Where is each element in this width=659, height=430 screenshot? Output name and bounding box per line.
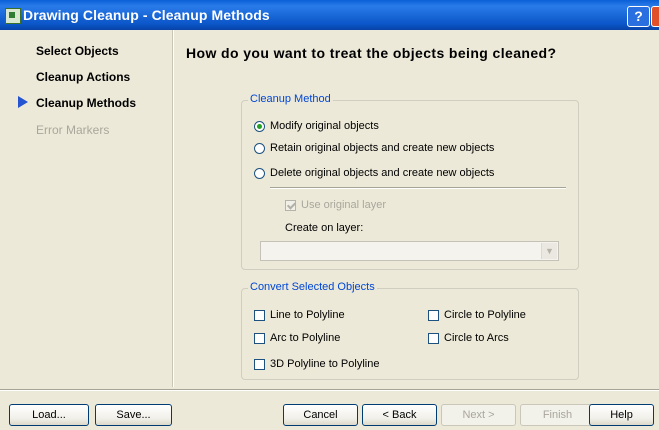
load-button[interactable]: Load... [9, 404, 89, 426]
cancel-button[interactable]: Cancel [283, 404, 358, 426]
title-help-button[interactable]: ? [627, 6, 650, 27]
radio-label: Modify original objects [270, 120, 379, 132]
group-divider [270, 187, 566, 189]
help-button[interactable]: Help [589, 404, 654, 426]
checkbox-icon[interactable] [254, 332, 265, 344]
checkbox-arc-to-polyline[interactable]: Arc to Polyline [254, 332, 340, 344]
checkbox-icon[interactable] [254, 309, 265, 321]
next-button: Next > [441, 404, 516, 426]
create-on-layer-dropdown: ▼ [260, 241, 559, 261]
radio-icon[interactable] [254, 142, 265, 154]
radio-selected-icon[interactable] [254, 120, 265, 132]
checkbox-disabled-checked-icon [285, 199, 296, 211]
radio-delete-original[interactable]: Delete original objects and create new o… [254, 167, 494, 179]
radio-icon[interactable] [254, 167, 265, 179]
window-title: Drawing Cleanup - Cleanup Methods [23, 7, 270, 23]
close-button[interactable] [651, 6, 659, 27]
checkbox-icon[interactable] [428, 332, 439, 344]
page-question: How do you want to treat the objects bei… [186, 45, 557, 61]
checkbox-line-to-polyline[interactable]: Line to Polyline [254, 309, 345, 321]
use-original-layer-checkbox: Use original layer [285, 199, 386, 211]
radio-retain-original[interactable]: Retain original objects and create new o… [254, 142, 494, 154]
step-cleanup-methods[interactable]: Cleanup Methods [36, 96, 136, 110]
checkbox-label: 3D Polyline to Polyline [270, 358, 380, 370]
checkbox-label: Circle to Polyline [444, 309, 526, 321]
checkbox-icon[interactable] [428, 309, 439, 321]
step-cleanup-actions[interactable]: Cleanup Actions [36, 70, 130, 84]
sidebar-divider [173, 30, 174, 387]
step-select-objects[interactable]: Select Objects [36, 44, 119, 58]
convert-objects-legend: Convert Selected Objects [248, 281, 377, 293]
radio-modify-original[interactable]: Modify original objects [254, 120, 379, 132]
checkbox-label: Circle to Arcs [444, 332, 509, 344]
checkbox-icon[interactable] [254, 358, 265, 370]
button-bar-divider [0, 389, 659, 391]
checkbox-circle-to-polyline[interactable]: Circle to Polyline [428, 309, 526, 321]
checkbox-label: Line to Polyline [270, 309, 345, 321]
app-icon [5, 8, 21, 24]
checkbox-circle-to-arcs[interactable]: Circle to Arcs [428, 332, 509, 344]
finish-button: Finish [520, 404, 595, 426]
cleanup-method-legend: Cleanup Method [248, 93, 333, 105]
wizard-steps-sidebar: Select Objects Cleanup Actions Cleanup M… [0, 30, 173, 387]
radio-label: Retain original objects and create new o… [270, 142, 495, 154]
back-button[interactable]: < Back [362, 404, 437, 426]
checkbox-3d-polyline-to-polyline[interactable]: 3D Polyline to Polyline [254, 358, 379, 370]
checkbox-label: Arc to Polyline [270, 332, 341, 344]
chevron-down-icon: ▼ [541, 243, 557, 259]
save-button[interactable]: Save... [95, 404, 172, 426]
radio-label: Delete original objects and create new o… [270, 167, 495, 179]
step-error-markers: Error Markers [36, 123, 110, 137]
current-step-arrow-icon [18, 96, 28, 108]
use-original-layer-label: Use original layer [301, 199, 386, 211]
title-bar[interactable]: Drawing Cleanup - Cleanup Methods ? [0, 0, 659, 30]
create-on-layer-label: Create on layer: [285, 222, 364, 234]
